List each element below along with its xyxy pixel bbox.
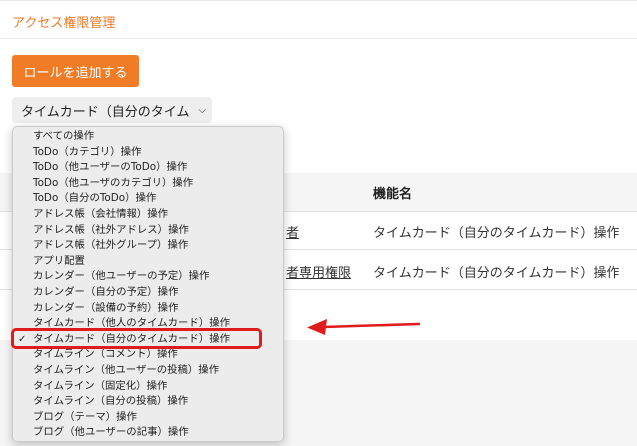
dropdown-option[interactable]: ToDo（他ユーザーのToDo）操作: [13, 160, 283, 176]
dropdown-option[interactable]: ToDo（他ユーザのカテゴリ）操作: [13, 176, 283, 192]
dropdown-option[interactable]: すべての操作: [13, 129, 283, 145]
option-label: ToDo（他ユーザのカテゴリ）操作: [33, 176, 194, 189]
table-cell-role-link[interactable]: 者: [286, 222, 299, 241]
option-label: ブログ（他ユーザーの記事）操作: [33, 426, 189, 439]
function-dropdown-list: すべての操作 ToDo（カテゴリ）操作 ToDo（他ユーザーのToDo）操作 T…: [12, 126, 284, 442]
dropdown-option[interactable]: カレンダー（自分の予定）操作: [13, 285, 283, 301]
table-cell-role-link[interactable]: 者専用権限: [286, 262, 351, 281]
page-title: アクセス権限管理: [12, 16, 116, 31]
dropdown-option[interactable]: アドレス帳（会社情報）操作: [13, 207, 283, 223]
dropdown-option[interactable]: アドレス帳（社外グループ）操作: [13, 238, 283, 254]
option-label: カレンダー（設備の予約）操作: [33, 301, 179, 314]
option-label: アプリ配置: [33, 254, 85, 267]
option-label: アドレス帳（会社情報）操作: [33, 207, 169, 220]
option-label: ToDo（カテゴリ）操作: [33, 145, 142, 158]
dropdown-option[interactable]: アプリ配置: [13, 254, 283, 270]
dropdown-option[interactable]: タイムライン（自分の投稿）操作: [13, 394, 283, 410]
option-label: ブログ（テーマ）操作: [33, 410, 137, 423]
dropdown-option[interactable]: ブログ（テーマ）操作: [13, 410, 283, 426]
dropdown-option[interactable]: ブログ（他ユーザーの記事）操作: [13, 425, 283, 441]
dropdown-option[interactable]: ToDo（自分のToDo）操作: [13, 191, 283, 207]
function-select[interactable]: タイムカード（自分のタイム ⌵: [12, 97, 212, 123]
dropdown-option[interactable]: アドレス帳（社外アドレス）操作: [13, 223, 283, 239]
function-select-value: タイムカード（自分のタイム: [21, 104, 190, 120]
dropdown-option[interactable]: カレンダー（他ユーザーの予定）操作: [13, 269, 283, 285]
annotation-highlight-box: [11, 328, 262, 349]
dropdown-option[interactable]: タイムライン（他ユーザーの投稿）操作: [13, 363, 283, 379]
option-label: すべての操作: [33, 130, 95, 142]
option-label: アドレス帳（社外アドレス）操作: [33, 223, 189, 236]
option-label: カレンダー（他ユーザーの予定）操作: [33, 270, 210, 283]
option-label: タイムライン（自分の投稿）操作: [33, 395, 189, 408]
option-label: タイムライン（コメント）操作: [33, 348, 178, 361]
option-label: ToDo（自分のToDo）操作: [33, 192, 157, 205]
divider: [0, 38, 637, 39]
table-cell-function: タイムカード（自分のタイムカード）操作: [373, 266, 620, 281]
option-label: アドレス帳（社外グループ）操作: [33, 239, 189, 252]
option-label: タイムライン（他ユーザーの投稿）操作: [33, 363, 220, 376]
add-role-button[interactable]: ロールを追加する: [12, 55, 139, 87]
table-cell-function: タイムカード（自分のタイムカード）操作: [373, 226, 620, 241]
dropdown-option[interactable]: カレンダー（設備の予約）操作: [13, 301, 283, 317]
option-label: タイムライン（固定化）操作: [33, 379, 168, 392]
dropdown-option[interactable]: タイムライン（固定化）操作: [13, 379, 283, 395]
column-header-function: 機能名: [373, 187, 413, 202]
dropdown-option[interactable]: ToDo（カテゴリ）操作: [13, 145, 283, 161]
option-label: カレンダー（自分の予定）操作: [33, 285, 179, 298]
option-label: ToDo（他ユーザーのToDo）操作: [33, 161, 188, 174]
chevron-down-icon: ⌵: [198, 104, 206, 116]
annotation-arrow-icon: [307, 319, 421, 335]
dropdown-option[interactable]: タイムライン（コメント）操作: [13, 347, 283, 363]
